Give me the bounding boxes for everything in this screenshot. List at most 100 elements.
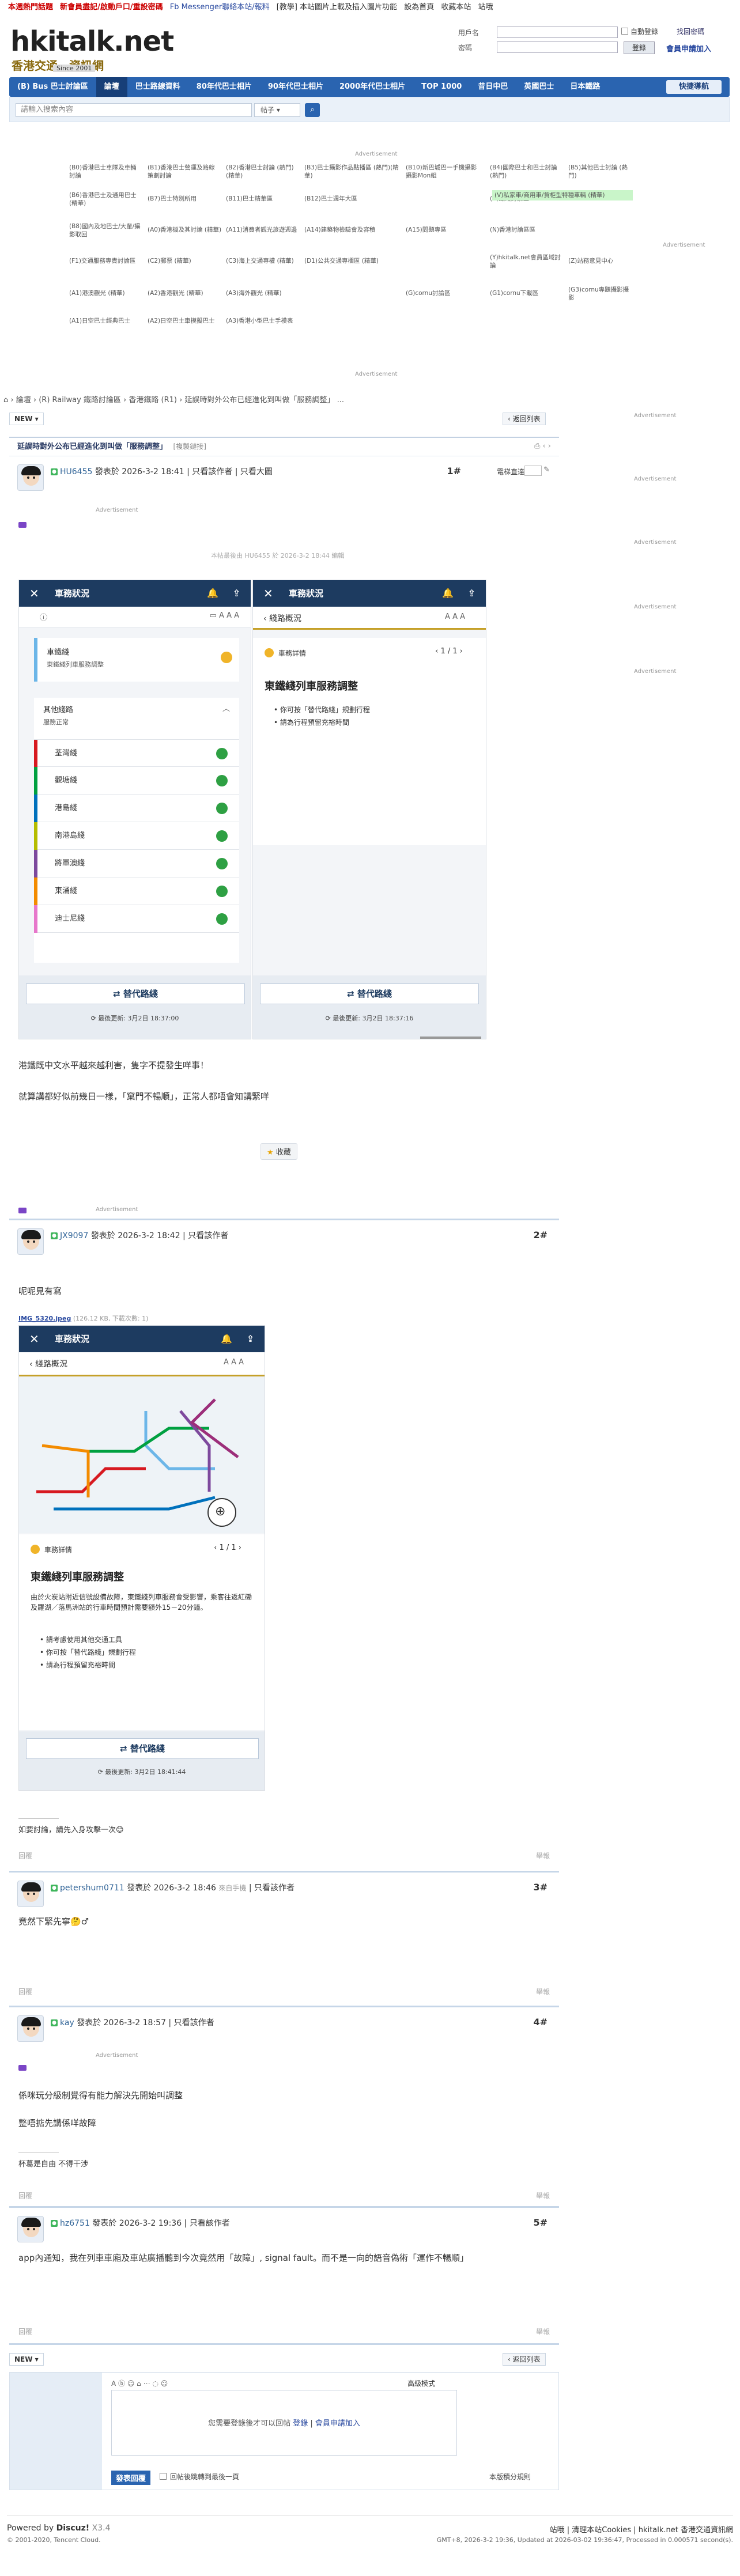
reply-login-link[interactable]: 登錄 bbox=[293, 2419, 308, 2428]
reply-link[interactable]: 回覆 bbox=[18, 2192, 32, 2200]
home-icon[interactable]: ⌂ bbox=[3, 396, 8, 404]
forum-link[interactable]: (A1)日空巴士經典巴士 bbox=[69, 317, 130, 325]
editor-toolbar[interactable]: A ⓑ ☺ ⌂ ⋯ ◌ ☺ bbox=[111, 2378, 457, 2389]
nav-routes[interactable]: 巴士路線資料 bbox=[127, 77, 188, 97]
search-input[interactable]: 請輸入搜索內容 bbox=[16, 103, 252, 117]
forum-link[interactable]: (B2)香港巴士討論 (熱門)(精華) bbox=[226, 164, 299, 180]
nav-forum[interactable]: 論壇 bbox=[96, 77, 127, 97]
report-link[interactable]: 舉報 bbox=[536, 1851, 550, 1860]
find-password-link[interactable]: 找回密碼 bbox=[677, 27, 704, 36]
pencil-icon[interactable]: ✎ bbox=[543, 466, 550, 474]
nav-uk-bus[interactable]: 英國巴士 bbox=[516, 77, 562, 97]
submit-reply-button[interactable]: 發表回覆 bbox=[111, 2471, 151, 2485]
new-button-bottom[interactable]: NEW ▾ bbox=[9, 2353, 44, 2366]
report-link[interactable]: 舉報 bbox=[536, 2327, 550, 2336]
back-to-list-button-bottom[interactable]: ‹ 返回列表 bbox=[503, 2353, 546, 2366]
forum-link[interactable]: (Y)hkitalk.net會員區域討論 bbox=[490, 254, 562, 270]
advanced-mode-link[interactable]: 高級模式 bbox=[407, 2378, 435, 2388]
copy-link[interactable]: [複製鏈接] bbox=[173, 442, 206, 451]
forum-link[interactable]: (C2)郵票 (精華) bbox=[148, 257, 191, 265]
nav-2000s-photos[interactable]: 2000年代巴士相片 bbox=[331, 77, 413, 97]
forum-link[interactable]: (D1)公共交通專欄區 (精華) bbox=[304, 257, 379, 265]
top-link-bookmark[interactable]: 收藏本站 bbox=[441, 0, 471, 15]
forum-link[interactable]: (G)cornu討論區 bbox=[406, 289, 450, 297]
forum-link[interactable]: (A3)海外觀光 (精華) bbox=[226, 289, 282, 297]
password-input[interactable] bbox=[497, 41, 618, 53]
breadcrumb-thread[interactable]: 延誤時對外公布已經進化到叫做「服務調整」 bbox=[184, 396, 334, 404]
forum-link[interactable]: (B12)巴士週年大區 bbox=[304, 195, 357, 203]
login-button[interactable]: 登錄 bbox=[624, 41, 655, 54]
forum-link[interactable]: (N)香港討論區區 bbox=[490, 226, 535, 234]
forum-link[interactable]: (A2)日空巴士車模擬巴士 bbox=[148, 317, 215, 325]
author-only-link[interactable]: 只看該作者 bbox=[190, 2219, 230, 2228]
forum-link[interactable]: (A0)香港機及其討論 (精華) bbox=[148, 226, 221, 234]
forum-link[interactable]: (F1)交通服務專責討論區 bbox=[69, 257, 135, 265]
forum-link[interactable]: (B5)其他巴士討論 (熱門) bbox=[568, 164, 629, 180]
top-link-tutorial[interactable]: [教學] 本站圖片上載及插入圖片功能 bbox=[277, 0, 397, 15]
avatar[interactable] bbox=[17, 1228, 44, 1255]
forum-link[interactable]: (G3)cornu專題攝影攝影 bbox=[568, 286, 629, 302]
forum-link[interactable]: (A1)港澳觀光 (精華) bbox=[69, 289, 125, 297]
search-type-select[interactable]: 帖子 ▾ bbox=[254, 103, 300, 117]
forum-link[interactable]: (A3)香港小型巴士手模表 bbox=[226, 317, 293, 325]
nav-80s-photos[interactable]: 80年代巴士相片 bbox=[188, 77, 260, 97]
forum-link[interactable]: (B10)新巴城巴一手機攝影攝影Mon組 bbox=[406, 164, 481, 180]
avatar[interactable] bbox=[17, 1881, 44, 1907]
search-button[interactable]: ⌕ bbox=[305, 103, 320, 117]
forum-link[interactable]: (C3)海上交通專權 (精華) bbox=[226, 257, 294, 265]
forum-link[interactable]: (B8)國內及地巴士/大輩/攝影取回 bbox=[69, 222, 142, 239]
top-link-site[interactable]: 站哦 bbox=[478, 0, 493, 15]
top-link-hot[interactable]: 本週熱門話題 bbox=[8, 0, 53, 15]
forum-link[interactable]: (A11)消費者觀光旅遊週邊 bbox=[226, 226, 297, 234]
avatar[interactable] bbox=[17, 2216, 44, 2242]
author-only-link[interactable]: 只看該作者 bbox=[192, 467, 232, 476]
jump-last-checkbox[interactable] bbox=[160, 2473, 167, 2480]
author-only-link[interactable]: 只看該作者 bbox=[174, 2018, 214, 2027]
quick-nav-button[interactable]: 快捷導航 bbox=[666, 80, 722, 94]
report-link[interactable]: 舉報 bbox=[536, 1987, 550, 1996]
thread-tools-icons[interactable]: ⎙ ‹ › bbox=[534, 438, 551, 455]
auto-login-checkbox[interactable] bbox=[621, 28, 628, 35]
reply-register-link[interactable]: 會員申請加入 bbox=[315, 2419, 360, 2428]
post-author[interactable]: JX9097 bbox=[60, 1231, 88, 1240]
forum-link[interactable]: (B0)香港巴士車隊及車輛討論 bbox=[69, 164, 142, 180]
favorite-button[interactable]: ★ 收藏 bbox=[260, 1143, 297, 1160]
forum-link[interactable]: (B3)巴士攝影作品點播區 (熱門)(精華) bbox=[304, 164, 400, 180]
forum-link[interactable]: (B4)國際巴士和巴士討論(熱門) bbox=[490, 164, 562, 180]
reply-link[interactable]: 回覆 bbox=[18, 1988, 32, 1996]
post-author[interactable]: kay bbox=[60, 2018, 74, 2027]
breadcrumb-r1[interactable]: 香港鐵路 (R1) bbox=[129, 396, 177, 404]
reply-textarea[interactable]: 您需要登錄後才可以回帖 登錄 | 會員申請加入 bbox=[111, 2390, 457, 2456]
back-to-list-button[interactable]: ‹ 返回列表 bbox=[503, 413, 546, 425]
forum-link-highlight[interactable]: (V)私家車/商用車/貨柜型特種車輛 (精華) bbox=[492, 190, 633, 201]
jump-input[interactable] bbox=[524, 466, 542, 476]
post-author[interactable]: HU6455 bbox=[60, 467, 92, 476]
username-input[interactable] bbox=[497, 27, 618, 38]
forum-link[interactable]: (A15)問題專區 bbox=[406, 226, 447, 234]
forum-link[interactable]: (B7)巴士特別所用 bbox=[148, 195, 197, 203]
top-link-register[interactable]: 新會員盡記/啟動戶口/重設密碼 bbox=[60, 0, 163, 15]
nav-top1000[interactable]: TOP 1000 bbox=[413, 77, 470, 97]
attachment-link[interactable]: IMG_5320.jpeg bbox=[18, 1315, 71, 1322]
forum-link[interactable]: (A14)建築物檢驗會及容積 bbox=[304, 226, 375, 234]
register-link[interactable]: 會員申請加入 bbox=[666, 43, 711, 54]
points-rules-link[interactable]: 本版積分規則 bbox=[489, 2472, 531, 2482]
discuz-link[interactable]: Discuz! bbox=[56, 2524, 90, 2533]
nav-japan-rail[interactable]: 日本鐵路 bbox=[562, 77, 608, 97]
site-logo[interactable]: hkitalk.net bbox=[10, 25, 174, 58]
forum-link[interactable]: (Z)站務意見中心 bbox=[568, 257, 613, 265]
avatar[interactable] bbox=[17, 2015, 44, 2042]
breadcrumb-forum[interactable]: 論壇 bbox=[16, 396, 31, 404]
top-link-messenger[interactable]: Fb Messenger聯絡本站/報料 bbox=[170, 0, 270, 15]
avatar[interactable] bbox=[17, 464, 44, 491]
forum-link[interactable]: (G1)cornu下載區 bbox=[490, 289, 538, 297]
reply-link[interactable]: 回覆 bbox=[18, 1852, 32, 1860]
forum-link[interactable]: (B1)香港巴士營運及路線策劃討論 bbox=[148, 164, 220, 180]
author-only-link[interactable]: 只看該作者 bbox=[188, 1231, 228, 1240]
large-image-link[interactable]: 只看大圖 bbox=[240, 467, 273, 476]
nav-bus[interactable]: (B) Bus 巴士討論區 bbox=[9, 77, 96, 97]
footer-links[interactable]: 站哦 | 清理本站Cookies | hkitalk.net 香港交通資訊網 bbox=[550, 2524, 733, 2535]
breadcrumb-railway[interactable]: (R) Railway 鐵路討論區 bbox=[39, 396, 121, 404]
top-link-homepage[interactable]: 設為首頁 bbox=[404, 0, 434, 15]
reply-link[interactable]: 回覆 bbox=[18, 2328, 32, 2336]
